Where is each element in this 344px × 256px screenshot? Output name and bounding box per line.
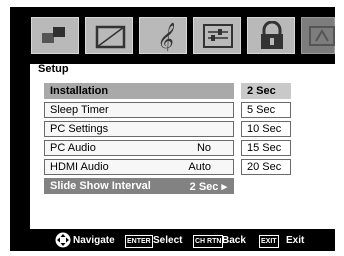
- slide-show-interval-item[interactable]: Slide Show Interval 2 Sec ▸: [44, 178, 234, 194]
- back-hint: Back: [222, 235, 246, 246]
- sleep-timer-label: Sleep Timer: [50, 104, 109, 116]
- interval-option[interactable]: 20 Sec: [241, 159, 291, 175]
- interval-option[interactable]: 2 Sec: [241, 83, 291, 99]
- treble-clef-icon: 𝄞: [156, 22, 175, 51]
- display-tab[interactable]: [85, 17, 133, 54]
- exit-key-icon: EXIT: [259, 235, 279, 248]
- slide-show-interval-value: 2 Sec ▸: [189, 181, 227, 193]
- interval-option[interactable]: 10 Sec: [241, 121, 291, 137]
- navigate-hint: Navigate: [73, 235, 115, 246]
- enter-key-icon: ENTER: [125, 235, 153, 248]
- exit-hint: Exit: [286, 235, 305, 246]
- locks-tab[interactable]: [247, 17, 295, 54]
- picture-icon: [42, 27, 65, 43]
- pc-audio-item[interactable]: PC Audio No: [44, 140, 234, 156]
- ch-rtn-key-icon: CH RTN: [193, 235, 224, 248]
- hdmi-audio-label: HDMI Audio: [50, 161, 109, 173]
- picture-tab[interactable]: [31, 17, 79, 54]
- installation-label: Installation: [50, 85, 109, 97]
- pc-audio-value: No: [196, 142, 211, 154]
- pc-audio-label: PC Audio: [50, 142, 96, 154]
- interval-option[interactable]: 15 Sec: [241, 140, 291, 156]
- hdmi-audio-value: Auto: [188, 161, 211, 173]
- select-hint: Select: [153, 235, 183, 246]
- installation-item[interactable]: Installation: [44, 83, 234, 99]
- lock-icon: [261, 21, 283, 49]
- pc-settings-item[interactable]: PC Settings: [44, 121, 234, 137]
- setup-icon: [309, 26, 335, 46]
- sleep-timer-item[interactable]: Sleep Timer: [44, 102, 234, 118]
- audio-tab[interactable]: 𝄞: [139, 17, 187, 54]
- setup-tab[interactable]: [301, 17, 335, 54]
- slide-show-interval-label: Slide Show Interval: [50, 180, 151, 192]
- settings-panel-icon: [203, 24, 233, 48]
- interval-option[interactable]: 5 Sec: [241, 102, 291, 118]
- preferences-tab[interactable]: [193, 17, 241, 54]
- svg-text:𝄞: 𝄞: [156, 22, 175, 51]
- hdmi-audio-item[interactable]: HDMI Audio Auto: [44, 159, 234, 175]
- navigate-dpad-icon: [55, 232, 71, 248]
- screen-size-icon: [95, 25, 126, 49]
- menu-title: Setup: [38, 63, 69, 75]
- pc-settings-label: PC Settings: [50, 123, 109, 135]
